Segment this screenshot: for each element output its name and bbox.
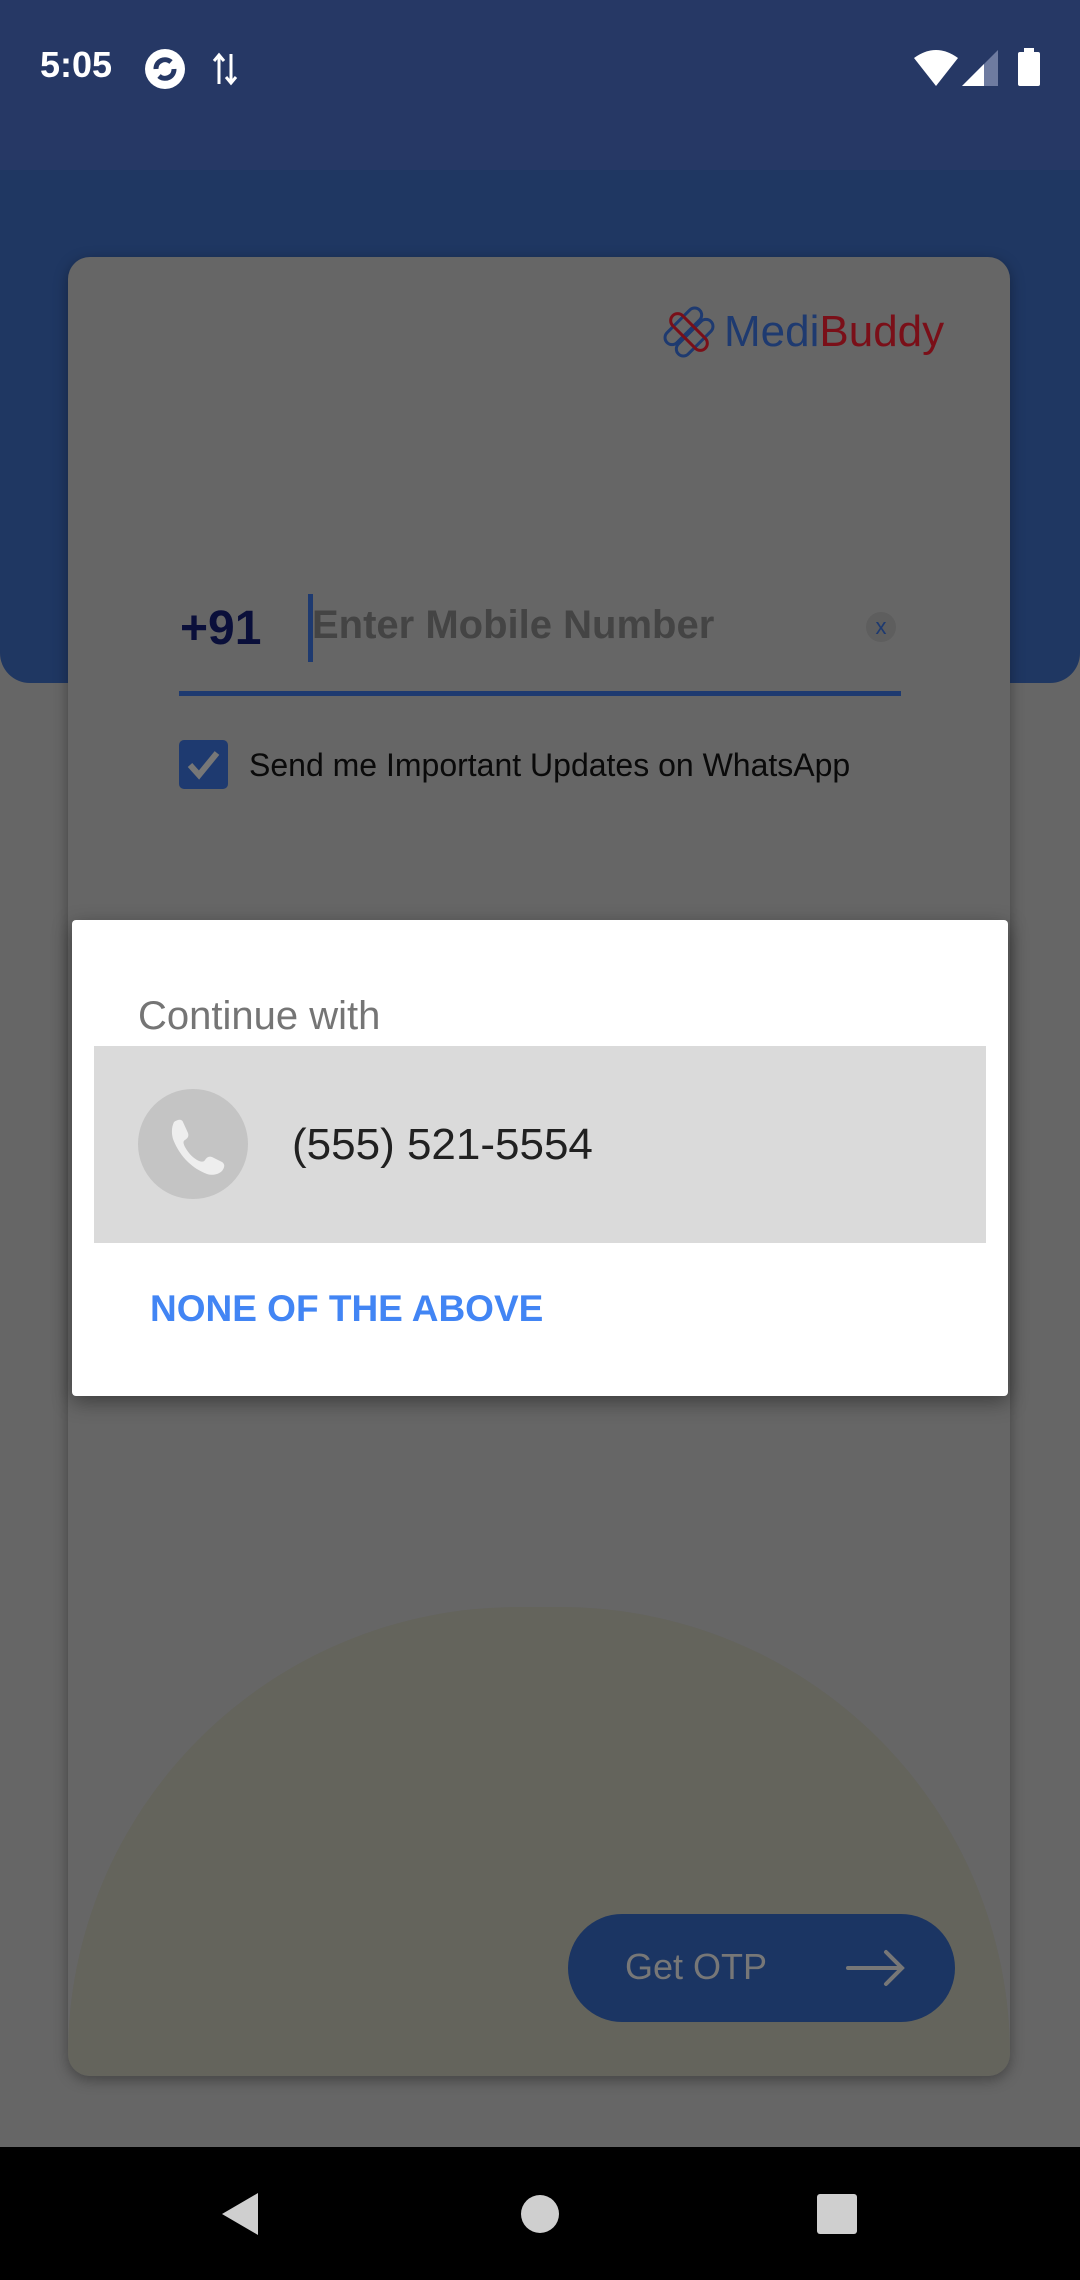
wifi-icon: [914, 50, 958, 86]
battery-icon: [1018, 48, 1040, 86]
recents-icon[interactable]: [817, 2194, 857, 2234]
medibuddy-logo: MediBuddy: [660, 303, 944, 361]
dialog-title: Continue with: [138, 994, 381, 1038]
back-icon[interactable]: [218, 2191, 262, 2237]
none-of-the-above-button[interactable]: NONE OF THE ABOVE: [150, 1288, 543, 1330]
logo-mark-icon: [663, 306, 715, 358]
clear-input-button[interactable]: x: [866, 612, 896, 642]
whatsapp-checkbox-label[interactable]: Send me Important Updates on WhatsApp: [249, 747, 850, 784]
logo-text-medi: Medi: [724, 307, 820, 356]
data-transfer-icon: [212, 52, 238, 86]
account-option[interactable]: (555) 521-5554: [94, 1046, 986, 1243]
status-bar: 5:05: [0, 0, 1080, 170]
get-otp-button[interactable]: Get OTP: [568, 1914, 955, 2022]
navigation-bar: [0, 2147, 1080, 2280]
home-icon[interactable]: [520, 2194, 560, 2234]
get-otp-label: Get OTP: [625, 1946, 768, 1987]
mobile-number-input[interactable]: Enter Mobile Number: [312, 603, 714, 648]
sync-icon: [145, 49, 185, 89]
avatar: [138, 1089, 248, 1199]
signal-icon: [962, 50, 998, 86]
phone-icon: [171, 1119, 225, 1175]
logo-text-buddy: Buddy: [819, 307, 945, 356]
phone-hint-dialog: Continue with (555) 521-5554 NONE OF THE…: [72, 920, 1008, 1396]
arrow-right-icon: [846, 1950, 905, 1986]
status-time: 5:05: [40, 44, 113, 85]
checkmark-icon: [187, 751, 220, 780]
whatsapp-checkbox[interactable]: [179, 740, 228, 789]
account-phone-number: (555) 521-5554: [292, 1120, 593, 1169]
input-underline: [179, 691, 901, 696]
country-code[interactable]: +91: [180, 601, 261, 656]
